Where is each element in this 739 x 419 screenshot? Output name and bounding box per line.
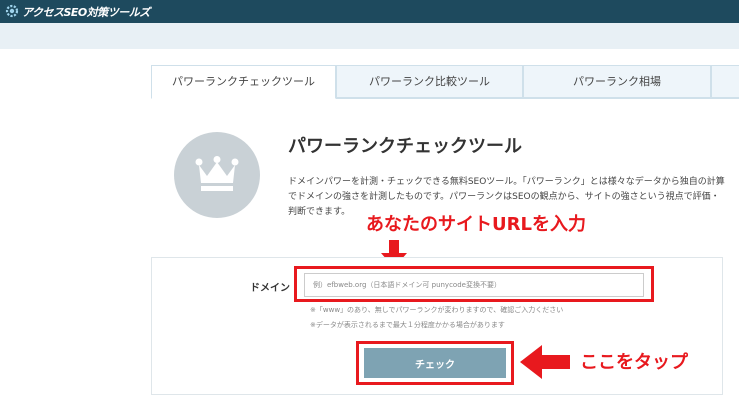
tool-tabs: パワーランクチェックツール パワーランク比較ツール パワーランク相場	[151, 65, 739, 99]
check-button[interactable]: チェック	[364, 348, 506, 378]
domain-input[interactable]	[304, 273, 644, 297]
tab-overflow[interactable]	[711, 65, 739, 98]
page-title: パワーランクチェックツール	[288, 136, 522, 157]
www-note: ※「www」のあり、無しでパワーランクが変わりますので、確認ご入力ください	[310, 306, 564, 314]
tab-power-rank-market[interactable]: パワーランク相場	[523, 65, 711, 98]
tab-power-rank-check[interactable]: パワーランクチェックツール	[151, 65, 336, 99]
domain-label: ドメイン	[250, 283, 290, 294]
tool-icon-circle	[174, 132, 260, 218]
annotation-enter-url: あなたのサイトURLを入力	[366, 214, 586, 235]
sub-navigation-bar	[0, 23, 739, 49]
tab-power-rank-compare[interactable]: パワーランク比較ツール	[336, 65, 523, 98]
arrow-left-icon	[520, 345, 570, 379]
gear-icon[interactable]	[4, 3, 20, 19]
crown-icon	[195, 156, 239, 191]
site-logo-text[interactable]: アクセスSEO対策ツールズ	[22, 4, 150, 20]
top-header-bar: アクセスSEO対策ツールズ	[0, 0, 739, 23]
annotation-tap-here: ここをタップ	[580, 352, 688, 373]
loading-time-note: ※データが表示されるまで最大１分程度かかる場合があります	[310, 321, 505, 329]
